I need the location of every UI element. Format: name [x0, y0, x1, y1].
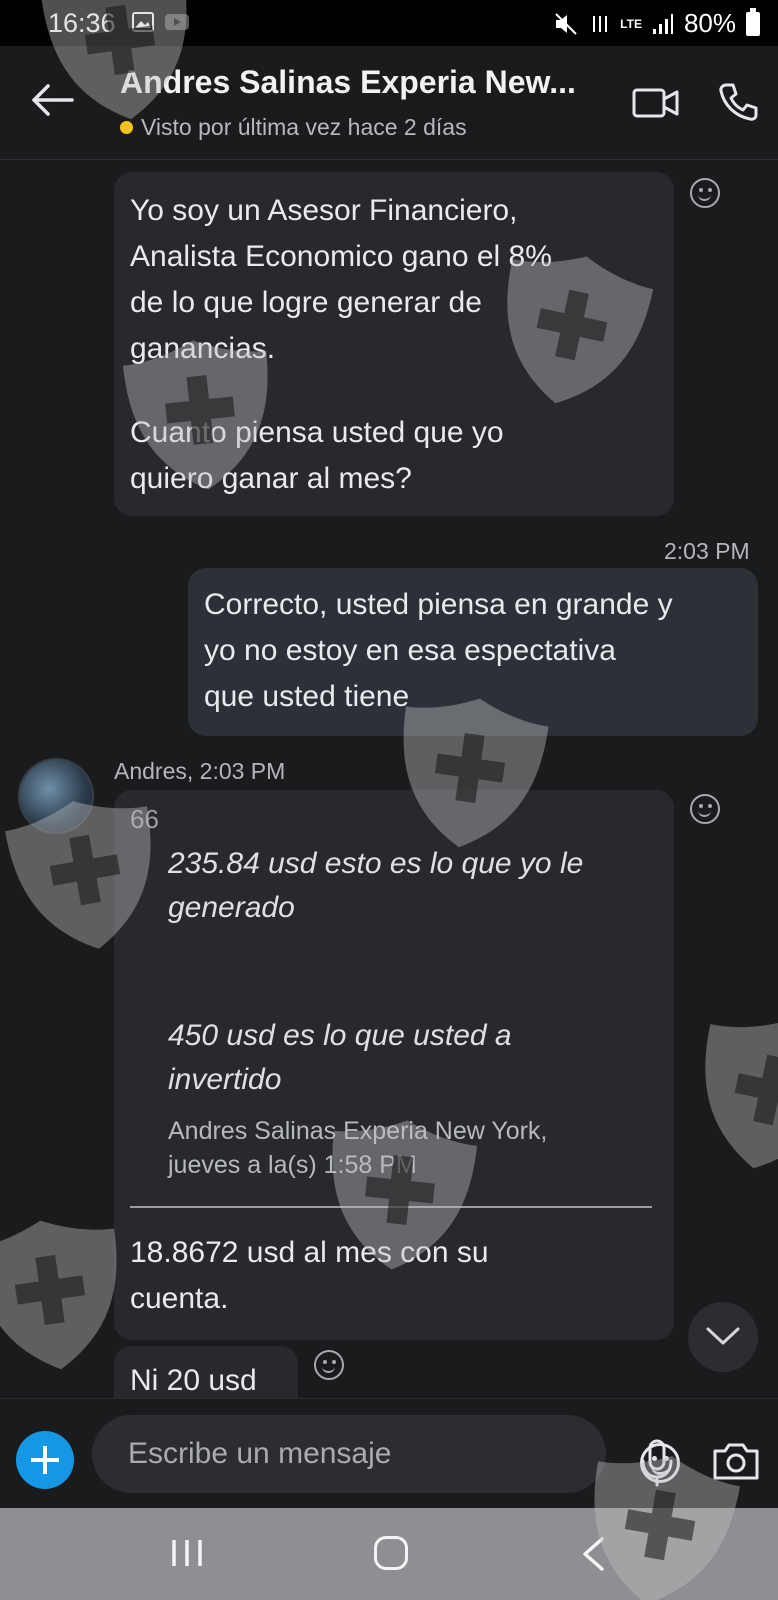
chevron-down-icon: [706, 1327, 740, 1345]
message-text: Ni 20 usd: [130, 1364, 257, 1397]
reaction-icon[interactable]: [314, 1350, 344, 1380]
nav-home-icon[interactable]: [374, 1536, 408, 1570]
plus-icon[interactable]: [16, 1431, 74, 1489]
quote-mark: 66: [130, 804, 159, 834]
nav-recent-icon[interactable]: [170, 1538, 204, 1568]
message-line: cuenta.: [130, 1282, 229, 1315]
camera-icon[interactable]: [712, 1441, 760, 1481]
message-outgoing[interactable]: Correcto, usted piensa en grande y yo no…: [188, 568, 758, 736]
last-seen-text: Visto por última vez hace 2 días: [141, 114, 467, 140]
battery-percent: 80%: [683, 8, 736, 38]
message-incoming[interactable]: Ni 20 usd: [114, 1346, 298, 1398]
video-call-icon[interactable]: [632, 86, 680, 120]
quote-line: 450 usd es lo que usted a: [168, 1019, 512, 1052]
signal-icon: [652, 13, 673, 34]
quote-source-line: Andres Salinas Experia New York,: [168, 1117, 548, 1145]
reaction-icon[interactable]: [690, 178, 720, 208]
message-line: 18.8672 usd al mes con su: [130, 1236, 489, 1269]
sender-timestamp: Andres, 2:03 PM: [114, 758, 286, 784]
microphone-icon[interactable]: [640, 1439, 674, 1487]
message-line: ganancias.: [130, 332, 276, 365]
message-text: Yo soy un Asesor Financiero, Analista Ec…: [130, 188, 552, 502]
network-type: LTE: [620, 16, 642, 31]
last-seen: Visto por última vez hace 2 días: [120, 114, 467, 141]
message-timestamp: 2:03 PM: [664, 538, 750, 564]
nav-back-icon[interactable]: [580, 1536, 606, 1572]
phone-call-icon[interactable]: [718, 82, 758, 122]
mute-icon: [555, 12, 577, 35]
quote-line: 235.84 usd esto es lo que yo le: [168, 847, 584, 880]
message-line: Cuanto piensa usted que yo: [130, 416, 504, 449]
quoted-text: 235.84 usd esto es lo que yo le generado: [168, 842, 583, 930]
avatar[interactable]: [18, 758, 94, 834]
status-bar: 16:36 LTE 80%: [0, 0, 778, 46]
scroll-to-bottom-button[interactable]: [688, 1302, 758, 1372]
quote-source-line: jueves a la(s) 1:58 PM: [168, 1151, 417, 1179]
notification-icons: [132, 12, 190, 32]
quoted-text: 450 usd es lo que usted a invertido: [168, 1014, 512, 1102]
message-line: Correcto, usted piensa en grande y: [204, 588, 673, 621]
status-time: 16:36: [48, 8, 116, 38]
message-line: de lo que logre generar de: [130, 286, 482, 319]
message-text: Correcto, usted piensa en grande y yo no…: [204, 582, 673, 720]
contact-name[interactable]: Andres Salinas Experia New...: [120, 64, 576, 101]
message-input-placeholder: Escribe un mensaje: [128, 1437, 392, 1470]
quote-source: Andres Salinas Experia New York, jueves …: [168, 1114, 547, 1182]
message-line: yo no estoy en esa espectativa: [204, 634, 616, 667]
youtube-notification-icon: [165, 14, 189, 30]
status-indicators: LTE 80%: [554, 7, 760, 39]
chat-header: Andres Salinas Experia New... Visto por …: [0, 46, 778, 160]
reaction-icon[interactable]: [690, 794, 720, 824]
message-input[interactable]: Escribe un mensaje: [92, 1415, 680, 1493]
quote-line: generado: [168, 891, 295, 924]
gallery-notification-icon: [132, 12, 154, 32]
wifi-calling-icon: [593, 15, 608, 32]
quote-divider: [130, 1206, 652, 1208]
battery-icon: [746, 7, 760, 36]
message-composer: Escribe un mensaje: [0, 1398, 778, 1508]
quote-line: invertido: [168, 1063, 282, 1096]
message-line: Yo soy un Asesor Financiero,: [130, 194, 518, 227]
presence-dot: [120, 121, 133, 134]
message-line: Analista Economico gano el 8%: [130, 240, 552, 273]
message-incoming[interactable]: Yo soy un Asesor Financiero, Analista Ec…: [114, 172, 674, 516]
message-text: 18.8672 usd al mes con su cuenta.: [130, 1230, 489, 1322]
message-line: quiero ganar al mes?: [130, 462, 412, 495]
message-line: que usted tiene: [204, 680, 410, 713]
system-nav-bar: [0, 1508, 778, 1600]
back-arrow-icon[interactable]: [28, 80, 76, 120]
